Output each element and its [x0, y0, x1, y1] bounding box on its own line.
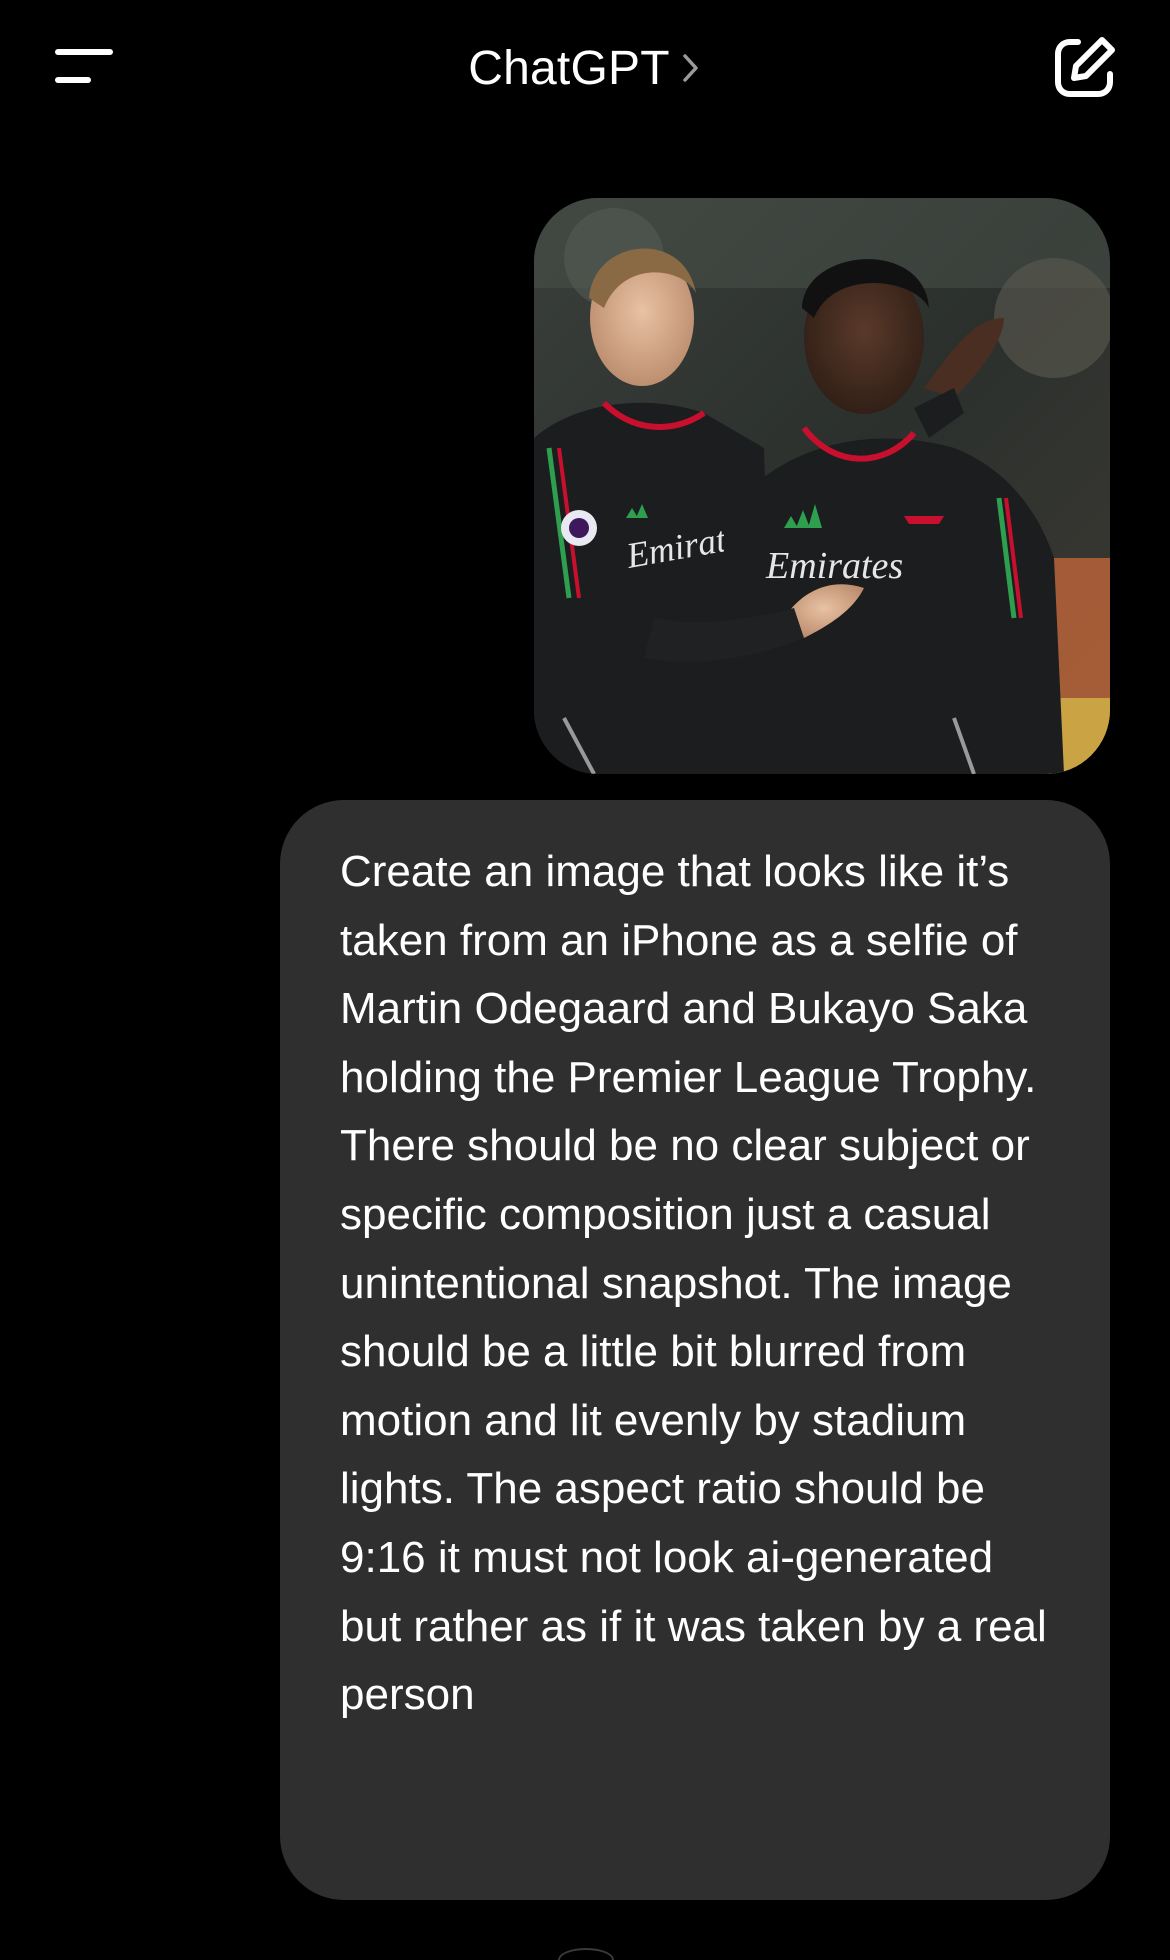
user-message-bubble[interactable]: Create an image that looks like it’s tak… [280, 800, 1110, 1900]
jersey-sponsor-right: Emirates [765, 545, 903, 587]
football-players-photo: Emirates Emirates [534, 198, 1110, 774]
user-message-text: Create an image that looks like it’s tak… [340, 847, 1047, 1720]
app-title: ChatGPT [468, 41, 670, 95]
top-bar: ChatGPT [0, 0, 1170, 140]
new-chat-button[interactable] [1048, 32, 1120, 104]
chevron-right-icon [680, 50, 702, 86]
compose-icon [1055, 37, 1115, 97]
scroll-to-bottom-button[interactable] [558, 1948, 614, 1960]
attached-photo[interactable]: Emirates Emirates [534, 198, 1110, 774]
model-selector[interactable]: ChatGPT [0, 36, 1170, 100]
